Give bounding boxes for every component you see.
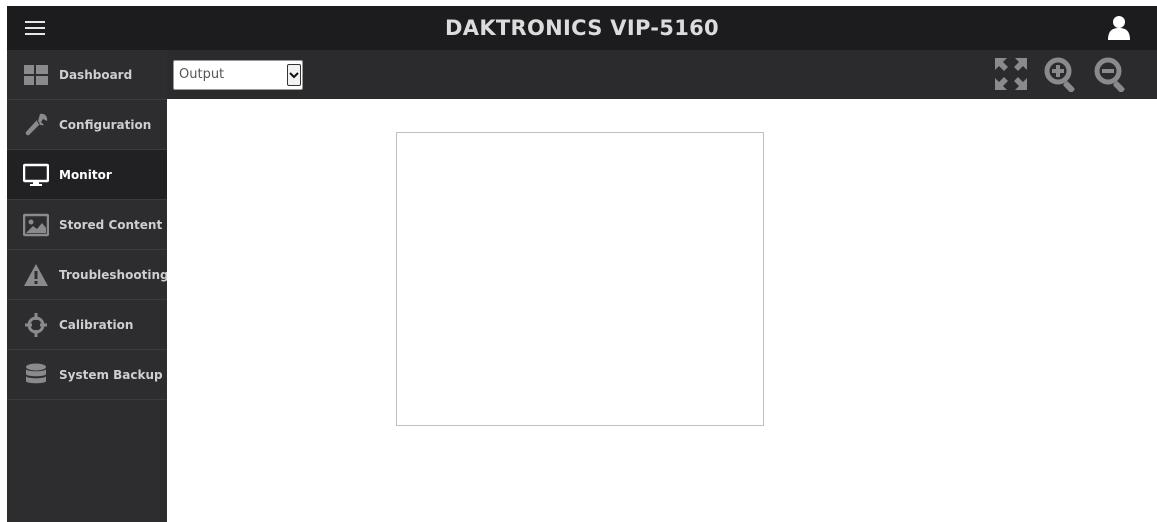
zoom-out-icon[interactable] (1093, 56, 1129, 93)
view-select[interactable]: Output (173, 60, 303, 90)
sidebar-item-monitor[interactable]: Monitor (7, 150, 167, 200)
chevron-down-icon[interactable] (287, 64, 301, 86)
zoom-in-icon[interactable] (1043, 56, 1079, 93)
image-icon (22, 213, 50, 237)
dashboard-icon (23, 63, 49, 87)
sidebar-item-system-backup[interactable]: System Backup (7, 350, 167, 400)
sidebar-item-label: System Backup (59, 367, 163, 382)
crosshair-icon (23, 312, 49, 337)
monitor-icon (22, 163, 50, 187)
sidebar-item-label: Troubleshooting (59, 267, 169, 282)
view-controls (993, 56, 1129, 94)
sidebar-item-label: Dashboard (59, 67, 133, 82)
wrench-icon (23, 113, 49, 137)
sidebar: Dashboard Configuration Monitor Stored C… (7, 50, 169, 522)
sidebar-item-stored-content[interactable]: Stored Content (7, 200, 167, 250)
top-bar: DAKTRONICS VIP-5160 (7, 6, 1157, 50)
output-preview-image (396, 132, 764, 426)
user-icon[interactable] (1107, 15, 1131, 41)
sidebar-item-label: Configuration (59, 117, 152, 132)
sidebar-item-configuration[interactable]: Configuration (7, 100, 167, 150)
app-title: DAKTRONICS VIP-5160 (445, 16, 719, 40)
monitor-panel (167, 99, 1157, 522)
sidebar-item-label: Calibration (59, 317, 134, 332)
sidebar-item-dashboard[interactable]: Dashboard (7, 50, 167, 100)
view-select-value: Output (179, 67, 225, 82)
sidebar-item-troubleshooting[interactable]: Troubleshooting (7, 250, 169, 300)
fullscreen-icon[interactable] (993, 56, 1029, 92)
toolbar: Output (167, 50, 1157, 99)
warning-icon (23, 263, 49, 287)
sidebar-item-label: Stored Content (59, 217, 163, 232)
database-icon (23, 363, 49, 387)
sidebar-item-calibration[interactable]: Calibration (7, 300, 167, 350)
sidebar-item-label: Monitor (59, 167, 112, 182)
output-preview (396, 132, 764, 426)
